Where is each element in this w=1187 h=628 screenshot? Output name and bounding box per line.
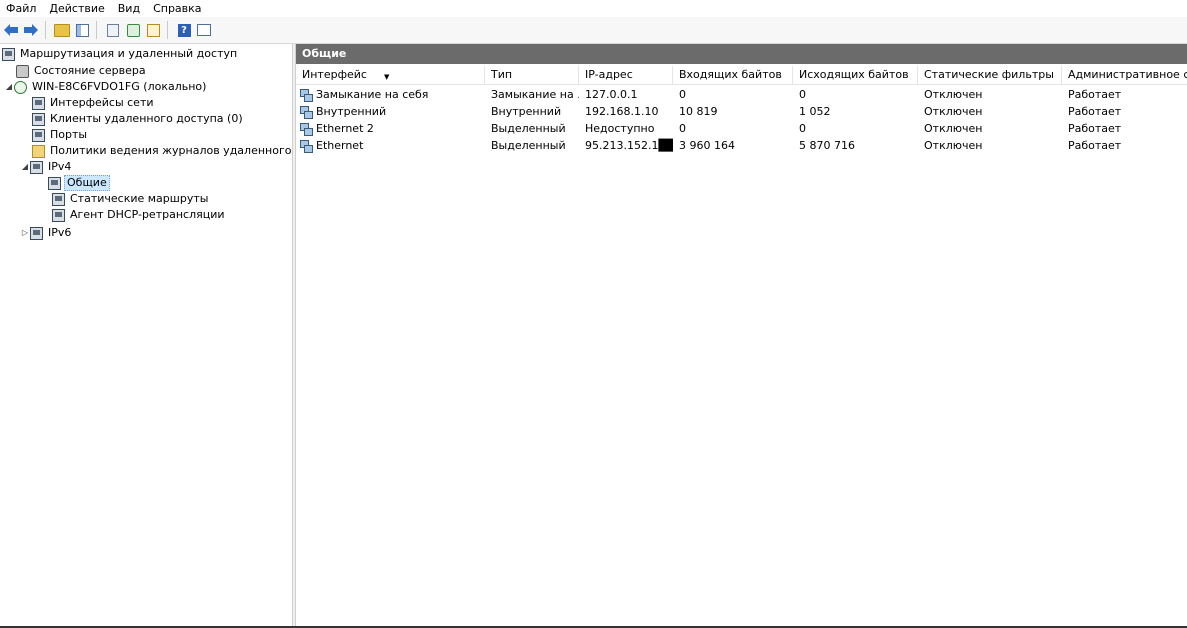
tree-item-ports[interactable]: Порты <box>32 127 89 143</box>
collapse-icon[interactable]: ◢ <box>4 79 14 95</box>
details-pane: Общие Интерфейс ▼ Тип IP-адрес Входящих … <box>296 44 1187 628</box>
tree-item-logging-policies[interactable]: Политики ведения журналов удаленного дос… <box>32 143 292 159</box>
menu-help[interactable]: Справка <box>147 0 208 17</box>
server-icon <box>14 80 27 94</box>
column-headers: Интерфейс ▼ Тип IP-адрес Входящих байтов… <box>296 66 1187 85</box>
toolbar: ? <box>0 17 1187 44</box>
network-icon <box>52 208 65 222</box>
table-row[interactable]: Замыкание на себя Замыкание на ... 127.0… <box>296 86 1187 103</box>
tree-item-server-status[interactable]: Состояние сервера <box>16 63 148 79</box>
column-static-filters[interactable]: Статические фильтры <box>918 66 1062 84</box>
interface-icon <box>300 139 313 153</box>
column-interface[interactable]: Интерфейс ▼ <box>296 66 485 84</box>
tree-item-server[interactable]: ◢ WIN-E8C6FVDO1FG (локально) <box>4 79 208 95</box>
console-tree-icon <box>75 23 89 37</box>
network-icon <box>30 226 43 240</box>
table-row[interactable]: Ethernet 2 Выделенный Недоступно 0 0 Отк… <box>296 120 1187 137</box>
tree-item-network-interfaces[interactable]: Интерфейсы сети <box>32 95 156 111</box>
sort-descending-icon: ▼ <box>384 73 390 81</box>
tree-item-ipv4[interactable]: ◢ IPv4 <box>20 159 73 175</box>
collapse-icon[interactable]: ◢ <box>20 159 30 175</box>
interface-icon <box>300 105 313 119</box>
network-icon <box>52 192 65 206</box>
show-hide-tree-button[interactable] <box>73 21 91 39</box>
menu-file[interactable]: Файл <box>0 0 43 17</box>
tree-item-static-routes[interactable]: Статические маршруты <box>52 191 210 207</box>
network-icon <box>32 128 45 142</box>
tree-item-dhcp-relay[interactable]: Агент DHCP-ретрансляции <box>52 207 227 223</box>
view-icon <box>197 24 211 36</box>
column-admin-status[interactable]: Административное состояние <box>1062 66 1187 84</box>
tree-item-general[interactable]: Общие <box>48 175 110 191</box>
column-ip-address[interactable]: IP-адрес <box>579 66 673 84</box>
properties-icon <box>107 23 119 37</box>
column-bytes-in[interactable]: Входящих байтов <box>673 66 793 84</box>
help-button[interactable]: ? <box>175 21 193 39</box>
column-type[interactable]: Тип <box>485 66 579 84</box>
interface-icon <box>300 88 313 102</box>
arrow-right-icon <box>24 24 38 36</box>
toolbar-separator <box>167 21 168 39</box>
refresh-icon <box>126 23 140 37</box>
arrow-left-icon <box>4 24 18 36</box>
tree-item-root[interactable]: Маршрутизация и удаленный доступ <box>2 46 239 62</box>
folder-icon <box>32 144 45 158</box>
back-button[interactable] <box>2 21 20 39</box>
table-row[interactable]: Ethernet Выделенный 95.213.152.1██ 3 960… <box>296 137 1187 154</box>
interface-icon <box>300 122 313 136</box>
view-button[interactable] <box>195 21 213 39</box>
tree-item-remote-clients[interactable]: Клиенты удаленного доступа (0) <box>32 111 245 127</box>
folder-up-icon <box>54 23 70 37</box>
refresh-button[interactable] <box>124 21 142 39</box>
properties-button[interactable] <box>104 21 122 39</box>
network-icon <box>32 96 45 110</box>
network-icon <box>48 176 61 190</box>
details-title: Общие <box>296 44 1187 64</box>
server-status-icon <box>16 64 29 78</box>
forward-button[interactable] <box>22 21 40 39</box>
menu-view[interactable]: Вид <box>112 0 147 17</box>
help-icon: ? <box>177 23 191 37</box>
table-row[interactable]: Внутренний Внутренний 192.168.1.10 10 81… <box>296 103 1187 120</box>
menu-action[interactable]: Действие <box>43 0 111 17</box>
up-folder-button[interactable] <box>53 21 71 39</box>
network-icon <box>2 47 15 61</box>
menu-bar: Файл Действие Вид Справка <box>0 0 1187 17</box>
network-icon <box>30 160 43 174</box>
console-tree: Маршрутизация и удаленный доступ Состоян… <box>0 44 292 628</box>
network-icon <box>32 112 45 126</box>
column-bytes-out[interactable]: Исходящих байтов <box>793 66 918 84</box>
toolbar-separator <box>96 21 97 39</box>
export-list-button[interactable] <box>144 21 162 39</box>
tree-item-ipv6[interactable]: ▷ IPv6 <box>20 225 73 241</box>
export-icon <box>146 23 160 37</box>
expand-icon[interactable]: ▷ <box>20 225 30 241</box>
toolbar-separator <box>45 21 46 39</box>
